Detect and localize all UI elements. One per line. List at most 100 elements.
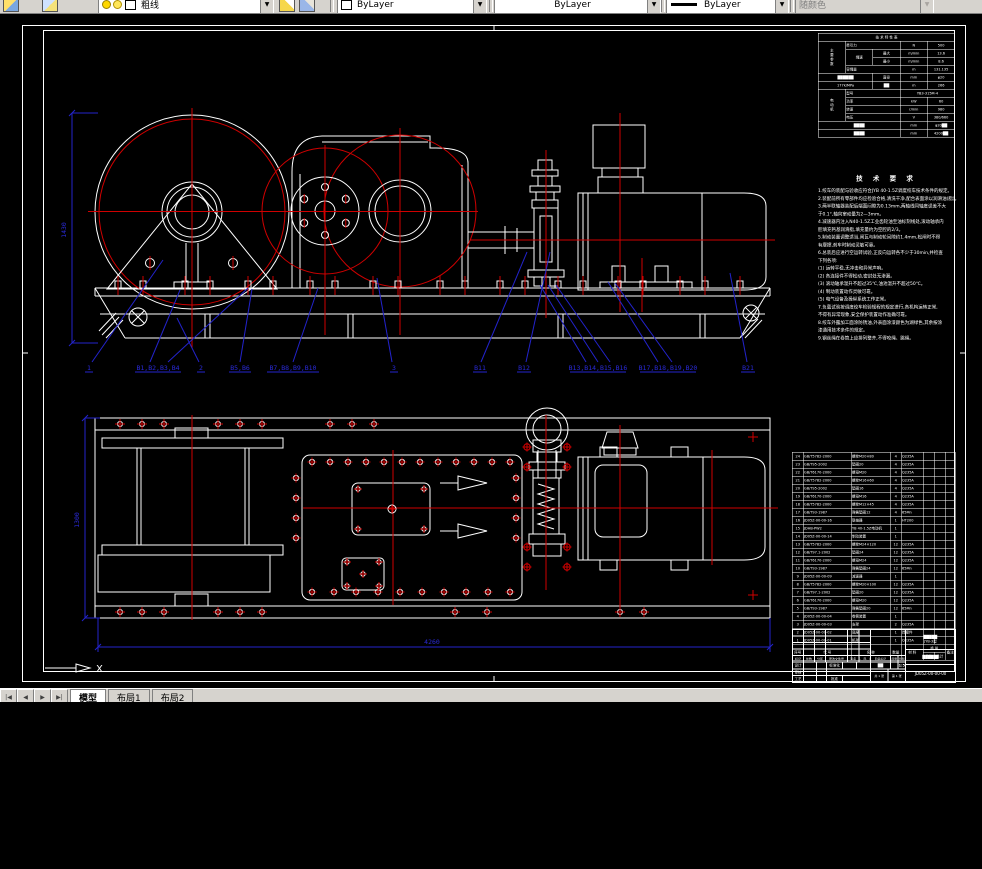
spec-cell: 4200██ — [927, 129, 955, 138]
parts-cell: 4 — [890, 484, 902, 493]
lineweight-combo[interactable]: ByLayer ▼ — [666, 0, 789, 13]
tech-requirement-line: 于0.1°,轴向窜动量为2—3mm。 — [818, 211, 884, 217]
spec-cell: ██████ — [817, 73, 874, 82]
tab-nav-last-button[interactable]: ▶| — [51, 689, 68, 702]
parts-cell — [945, 572, 956, 581]
make-object-layer-current-icon[interactable] — [277, 0, 297, 13]
spec-cell: m — [899, 65, 928, 74]
parts-cell — [923, 580, 935, 589]
parts-cell: GB/T5782-2000 — [803, 476, 852, 485]
tb-cell — [890, 662, 898, 669]
motor-front — [577, 124, 767, 291]
tech-requirement-line: 6.总装后应进行空运转试验,正反向运转各不少于30min,并检查 — [818, 250, 943, 256]
tb-stage-value: ██ — [870, 662, 891, 669]
spec-cell: 容绳量 — [845, 65, 901, 74]
parts-cell: GB/T93-1987 — [803, 508, 852, 517]
tech-requirement-line: (3) 滚动轴承温升不超过35℃,油池温升不超过50℃。 — [818, 281, 926, 287]
layer-on-icon[interactable] — [102, 0, 111, 9]
spec-cell: 最小 — [872, 57, 901, 66]
parts-cell: 螺母M20 — [851, 596, 891, 605]
spec-cell: 266 — [927, 81, 955, 90]
parts-cell: 1 — [890, 532, 902, 541]
plotstyle-combo: 随颜色 ▼ — [795, 0, 934, 13]
parts-cell: 9 — [792, 572, 804, 581]
parts-cell — [923, 540, 935, 549]
parts-cell: 8 — [792, 580, 804, 589]
parts-cell — [923, 604, 935, 613]
parts-cell: 垫圈20 — [851, 460, 891, 469]
label-b1-b4: B1,B2,B3,B4 — [136, 364, 179, 372]
parts-cell — [945, 604, 956, 613]
parts-cell: 21 — [792, 476, 804, 485]
tb-cell — [803, 675, 817, 683]
parts-cell: 螺母M24 — [851, 556, 891, 565]
parts-cell: 22 — [792, 468, 804, 477]
spec-cell: 绳速 — [845, 49, 874, 66]
layer-properties-icon[interactable] — [1, 0, 21, 13]
tab-model[interactable]: 模型 — [70, 689, 107, 702]
layer-combo[interactable]: 粗线 ▼ — [98, 0, 274, 13]
plotstyle-value: 随颜色 — [799, 1, 827, 11]
dropdown-arrow-icon: ▼ — [920, 0, 933, 13]
parts-cell — [923, 508, 935, 517]
parts-cell — [934, 540, 946, 549]
color-combo[interactable]: ByLayer ▼ — [337, 0, 487, 13]
layer-states-icon[interactable] — [40, 0, 60, 13]
spec-cell: ██ — [872, 81, 901, 90]
spec-cell: 13.6 — [927, 49, 955, 58]
tab-nav-next-button[interactable]: ▶ — [34, 689, 51, 702]
spec-cell: r/min — [899, 105, 928, 114]
spec-cell: 380/660 — [927, 113, 955, 122]
parts-cell — [934, 532, 946, 541]
toolbar-separator — [330, 0, 334, 12]
parts-cell: Q235A — [901, 620, 924, 629]
tech-requirement-line: (4) 制动装置动作灵敏可靠。 — [818, 289, 876, 295]
parts-cell — [934, 596, 946, 605]
layer-previous-icon[interactable] — [297, 0, 317, 13]
spec-cell: m/min — [899, 57, 928, 66]
parts-cell — [923, 516, 935, 525]
parts-cell: 12 — [890, 548, 902, 557]
parts-cell: JD05Z-00-00-03 — [803, 620, 852, 629]
tb-subtitle: ██████ — [905, 649, 956, 665]
parts-cell — [923, 476, 935, 485]
parts-cell: 螺栓M20×100 — [851, 580, 891, 589]
model-space-canvas[interactable]: 1430 1300 4260 1 B1,B2,B3,B4 2 B5,B6 B7,… — [0, 13, 982, 688]
parts-cell — [945, 524, 956, 533]
ucs-x-axis-label: X — [96, 664, 103, 675]
tab-nav-first-button[interactable]: |◀ — [0, 689, 17, 702]
parts-cell: 12 — [890, 596, 902, 605]
parts-cell — [945, 500, 956, 509]
dropdown-arrow-icon[interactable]: ▼ — [260, 0, 273, 13]
linetype-combo[interactable]: ByLayer ▼ — [494, 0, 661, 13]
tab-nav-prev-button[interactable]: ◀ — [17, 689, 34, 702]
parts-cell: 1 — [890, 612, 902, 621]
parts-cell: 螺母M16 — [851, 492, 891, 501]
parts-cell: 螺栓M12×45 — [851, 500, 891, 509]
dropdown-arrow-icon[interactable]: ▼ — [647, 0, 660, 13]
parts-cell: Q235A — [901, 484, 924, 493]
parts-cell: GB/T97.1-2002 — [803, 548, 852, 557]
tech-requirement-line: 4.减速器内注入N40-1.5Z工业齿轮油至油标刻线处,滚动轴承内 — [818, 219, 944, 225]
parts-cell: 18 — [792, 500, 804, 509]
parts-cell — [945, 556, 956, 565]
dropdown-arrow-icon[interactable]: ▼ — [473, 0, 486, 13]
label-b13-b16: B13,B14,B15,B16 — [569, 364, 628, 372]
spec-cell: mm — [899, 129, 928, 138]
spec-cell: φ20 — [927, 73, 955, 82]
parts-cell — [901, 524, 924, 533]
parts-cell: Q235A — [901, 492, 924, 501]
tab-layout2[interactable]: 布局2 — [151, 689, 194, 702]
front-view — [88, 108, 775, 348]
tech-requirement-line: 1.绞车的装配与验收应符合JYB 40-1.5Z调度绞车技术条件的规定。 — [818, 188, 952, 194]
dropdown-arrow-icon[interactable]: ▼ — [775, 0, 788, 13]
parts-cell: 7 — [792, 588, 804, 597]
tab-layout1[interactable]: 布局1 — [108, 689, 150, 702]
tech-requirement-line: 2.装配前所有零部件均应检验合格,清洗干净,配合表面涂以润滑油(脂)。 — [818, 196, 960, 202]
ucs-icon: X — [45, 663, 103, 675]
layer-thaw-icon[interactable] — [113, 0, 122, 9]
parts-cell — [945, 476, 956, 485]
parts-cell — [901, 532, 924, 541]
spec-cell: 8.6 — [927, 57, 955, 66]
spec-cell: 60 — [927, 97, 955, 106]
